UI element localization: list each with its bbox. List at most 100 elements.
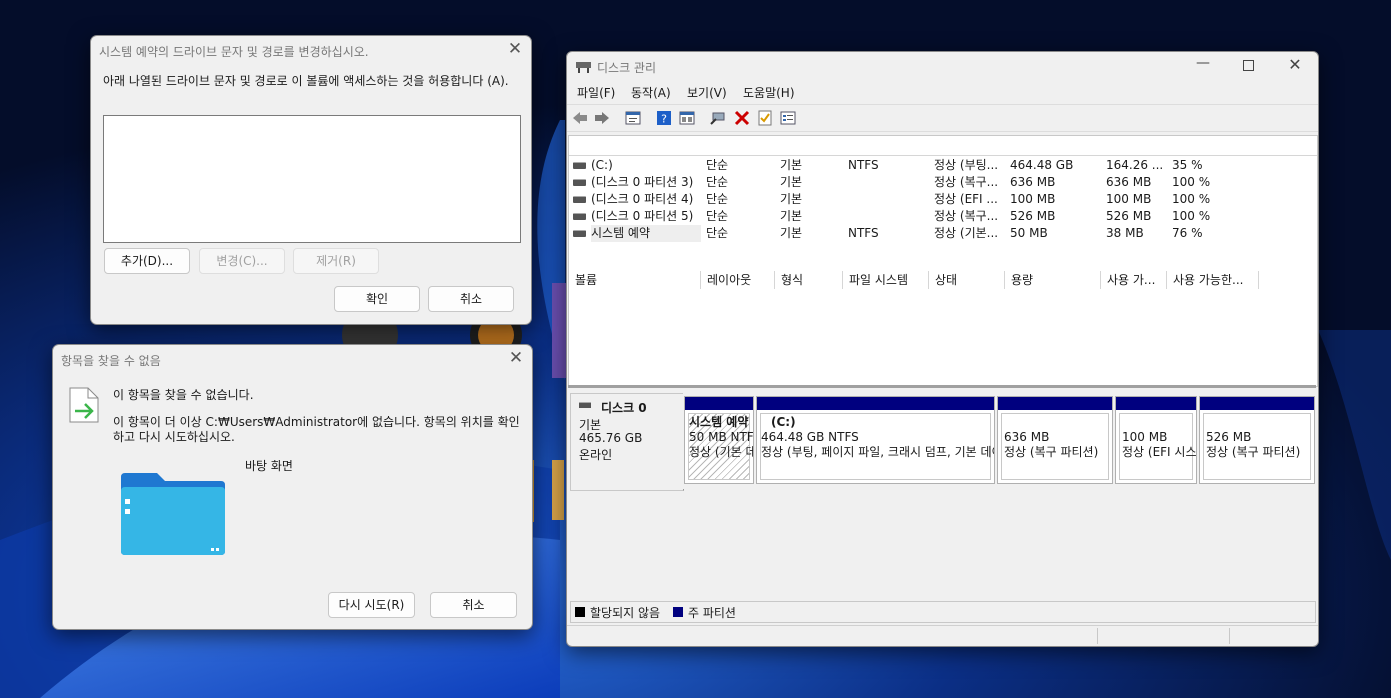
table-cell: (디스크 0 파티션 5): [591, 209, 694, 223]
column-header-percent-free[interactable]: 사용 가능한...: [1167, 271, 1259, 289]
menu-view[interactable]: 보기(V): [687, 84, 727, 101]
svg-text:?: ?: [661, 113, 667, 126]
drive-path-list[interactable]: [103, 115, 521, 243]
help-icon[interactable]: ?: [656, 110, 672, 126]
table-row[interactable]: (디스크 0 파티션 5) 단순 기본 정상 (복구... 526 MB 526 MB 10…: [569, 208, 1317, 225]
table-row[interactable]: (디스크 0 파티션 4) 단순 기본 정상 (EFI ... 100 MB 100 MB…: [569, 191, 1317, 208]
menu-help[interactable]: 도움말(H): [743, 84, 795, 101]
minimize-button[interactable]: —: [1193, 55, 1213, 75]
retry-button[interactable]: 다시 시도(R): [328, 592, 415, 618]
delete-icon[interactable]: [734, 110, 750, 126]
volume-icon: [573, 179, 586, 186]
table-cell: 기본: [780, 175, 803, 189]
column-header-filesystem[interactable]: 파일 시스템: [843, 271, 929, 289]
close-button[interactable]: ✕: [1285, 55, 1305, 75]
status-bar-divider: [1229, 628, 1230, 644]
partition-size: 100 MB: [1122, 430, 1168, 444]
table-cell: 100 MB: [1106, 192, 1152, 206]
table-cell: 정상 (복구...: [934, 209, 999, 223]
partition-size: 50 MB NTFS: [689, 430, 754, 444]
table-cell: 기본: [780, 209, 803, 223]
disk-info-panel[interactable]: 디스크 0 기본 465.76 GB 온라인: [570, 393, 684, 491]
partition-system-reserved[interactable]: 시스템 예약 50 MB NTFS 정상 (기본 데이터 파티션): [684, 396, 754, 484]
back-icon[interactable]: [572, 110, 588, 126]
connect-icon[interactable]: [710, 110, 726, 126]
table-cell: 단순: [706, 175, 729, 189]
disk-icon: [579, 402, 591, 408]
change-button[interactable]: 변경(C)...: [199, 248, 285, 274]
table-row[interactable]: (디스크 0 파티션 3) 단순 기본 정상 (복구... 636 MB 636 MB 10…: [569, 174, 1317, 191]
partition-type-bar: [1116, 397, 1196, 410]
title-bar: 항목을 찾을 수 없음 ✕: [53, 345, 532, 373]
legend-unallocated-swatch: [575, 607, 585, 617]
partition-recovery-3[interactable]: 636 MB 정상 (복구 파티션): [997, 396, 1113, 484]
table-row[interactable]: (C:) 단순 기본 NTFS 정상 (부팅... 464.48 GB 164.26 ...…: [569, 157, 1317, 174]
table-cell: 636 MB: [1010, 175, 1056, 189]
table-cell: 단순: [706, 158, 729, 172]
column-header-volume[interactable]: 볼륨: [569, 271, 701, 289]
partition-size: 636 MB: [1004, 430, 1050, 444]
table-cell: NTFS: [848, 158, 879, 172]
add-button[interactable]: 추가(D)...: [104, 248, 190, 274]
column-header-status[interactable]: 상태: [929, 271, 1005, 289]
partition-type-bar: [685, 397, 753, 410]
partition-efi[interactable]: 100 MB 정상 (EFI 시스템 파티션): [1115, 396, 1197, 484]
table-cell: 100 %: [1172, 175, 1211, 189]
column-header-free-space[interactable]: 사용 가...: [1101, 271, 1167, 289]
dialog-heading: 이 항목을 찾을 수 없습니다.: [113, 388, 254, 402]
remove-button[interactable]: 제거(R): [293, 248, 379, 274]
table-cell: 526 MB: [1010, 209, 1056, 223]
table-cell: 시스템 예약: [591, 225, 701, 242]
close-button[interactable]: ✕: [505, 40, 525, 60]
legend-primary-label: 주 파티션: [688, 606, 736, 620]
column-header-layout[interactable]: 레이아웃: [701, 271, 775, 289]
table-cell: 정상 (기본...: [934, 226, 999, 240]
partition-c[interactable]: (C:) 464.48 GB NTFS 정상 (부팅, 페이지 파일, 크래시 …: [756, 396, 995, 484]
cancel-button[interactable]: 취소: [428, 286, 514, 312]
table-cell: 636 MB: [1106, 175, 1152, 189]
table-cell: 76 %: [1172, 226, 1203, 240]
menu-file[interactable]: 파일(F): [577, 84, 615, 101]
item-label: 바탕 화면: [245, 459, 293, 473]
dialog-title: 항목을 찾을 수 없음: [61, 354, 161, 368]
disk-size: 465.76 GB: [579, 431, 643, 445]
table-row[interactable]: 시스템 예약 단순 기본 NTFS 정상 (기본... 50 MB 38 MB 76 %: [569, 225, 1317, 242]
settings-icon[interactable]: [780, 110, 796, 126]
close-button[interactable]: ✕: [506, 349, 526, 369]
title-bar: 디스크 관리 — ✕: [567, 52, 1318, 80]
list-view-icon[interactable]: [679, 110, 695, 126]
table-cell: 50 MB: [1010, 226, 1048, 240]
table-cell: 464.48 GB: [1010, 158, 1074, 172]
properties-icon[interactable]: [625, 110, 641, 126]
ok-button[interactable]: 확인: [334, 286, 420, 312]
cancel-button[interactable]: 취소: [430, 592, 517, 618]
dialog-message: 이 항목이 더 이상 C:₩Users₩Administrator에 없습니다.…: [113, 415, 520, 444]
change-drive-letter-dialog: 시스템 예약의 드라이브 문자 및 경로를 변경하십시오. ✕ 아래 나열된 드…: [90, 35, 532, 325]
table-cell: (디스크 0 파티션 3): [591, 175, 694, 189]
forward-icon[interactable]: [594, 110, 610, 126]
check-icon[interactable]: [757, 110, 773, 126]
disk-status: 온라인: [579, 448, 613, 462]
volume-icon: [573, 196, 586, 203]
legend-bar: 할당되지 않음 주 파티션: [570, 601, 1316, 623]
table-cell: 단순: [706, 226, 729, 240]
table-cell: (디스크 0 파티션 4): [591, 192, 694, 206]
partition-size: 526 MB: [1206, 430, 1252, 444]
menu-action[interactable]: 동작(A): [631, 84, 671, 101]
status-bar: [567, 625, 1318, 646]
volume-list: 볼륨 레이아웃 형식 파일 시스템 상태 용량 사용 가... 사용 가능한..…: [568, 135, 1318, 387]
table-cell: 38 MB: [1106, 226, 1144, 240]
partition-size: 464.48 GB NTFS: [761, 430, 859, 444]
maximize-button[interactable]: [1243, 60, 1254, 71]
title-bar: 시스템 예약의 드라이브 문자 및 경로를 변경하십시오. ✕: [91, 36, 531, 64]
table-cell: NTFS: [848, 226, 879, 240]
status-bar-divider: [1097, 628, 1098, 644]
partition-recovery-5[interactable]: 526 MB 정상 (복구 파티션): [1199, 396, 1315, 484]
table-cell: 35 %: [1172, 158, 1203, 172]
column-header-capacity[interactable]: 용량: [1005, 271, 1101, 289]
partition-type-bar: [757, 397, 994, 410]
file-shortcut-icon: [69, 387, 99, 423]
column-header-type[interactable]: 형식: [775, 271, 843, 289]
table-cell: 기본: [780, 192, 803, 206]
volume-icon: [573, 213, 586, 220]
